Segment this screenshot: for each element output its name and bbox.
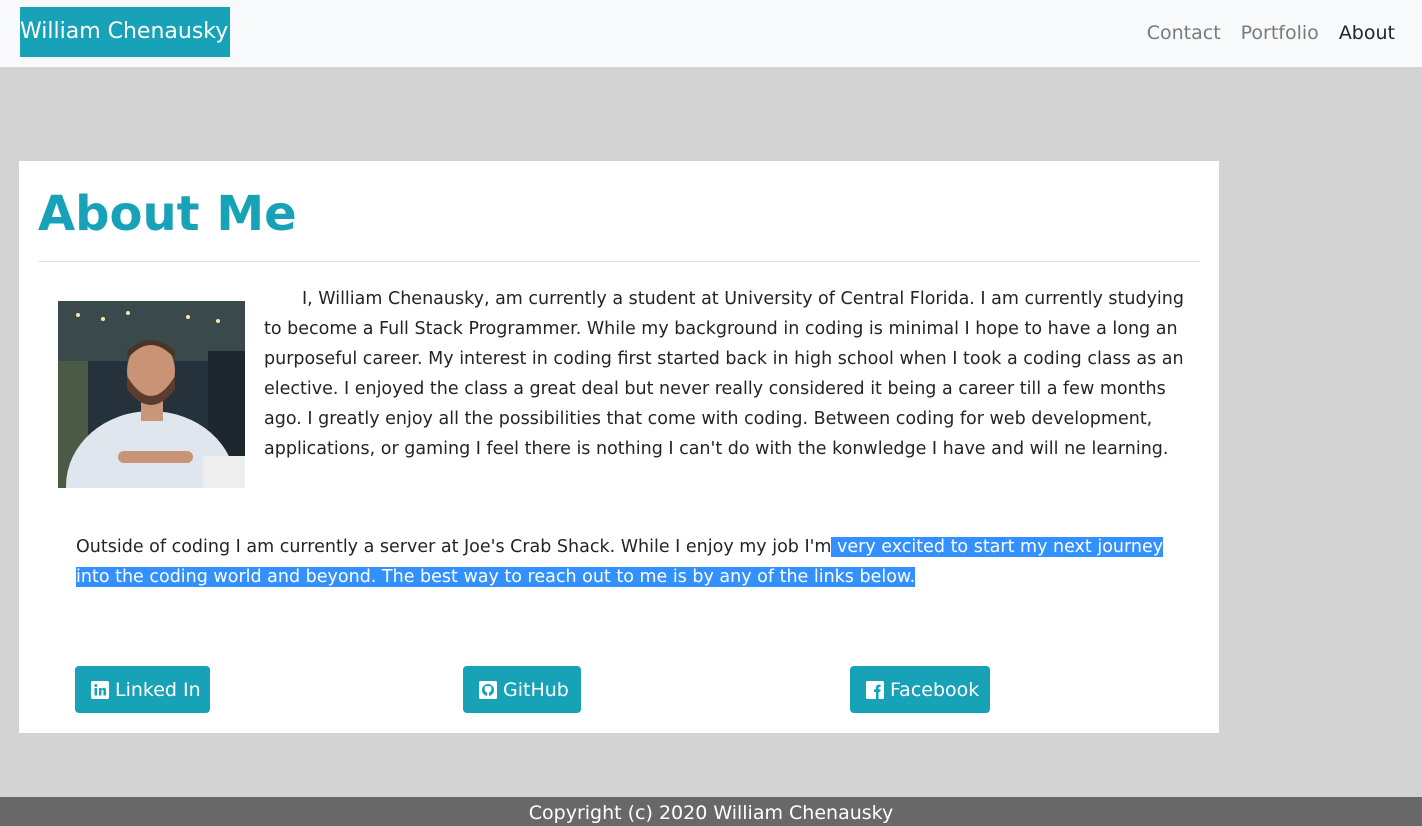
bio-paragraph-2: Outside of coding I am currently a serve… (76, 532, 1181, 592)
footer: Copyright (c) 2020 William Chenausky (0, 797, 1422, 826)
profile-photo-illustration (58, 301, 245, 488)
github-icon (479, 680, 497, 699)
linkedin-icon (91, 680, 109, 699)
page-title: About Me (38, 186, 297, 242)
linkedin-label: Linked In (115, 678, 201, 701)
nav-links: Contact Portfolio About (1147, 18, 1395, 48)
copyright-text: Copyright (c) 2020 William Chenausky (528, 802, 894, 824)
facebook-label: Facebook (890, 678, 980, 701)
navbar: William Chenausky Contact Portfolio Abou… (0, 0, 1422, 67)
bio-paragraph-2-start: Outside of coding I am currently a serve… (76, 537, 832, 557)
divider (38, 261, 1200, 262)
brand-link[interactable]: William Chenausky (20, 7, 231, 57)
facebook-icon (866, 680, 884, 699)
nav-link-about[interactable]: About (1339, 18, 1395, 48)
linkedin-button[interactable]: Linked In (75, 666, 210, 713)
github-label: GitHub (503, 678, 569, 701)
nav-link-contact[interactable]: Contact (1147, 18, 1221, 48)
nav-link-portfolio[interactable]: Portfolio (1241, 18, 1319, 48)
facebook-button[interactable]: Facebook (850, 666, 990, 713)
github-button[interactable]: GitHub (463, 666, 581, 713)
profile-photo (58, 301, 245, 488)
bio-paragraph-1: I, William Chenausky, am currently a stu… (264, 289, 1184, 459)
about-card: About Me I, William Chenausky, am curren… (19, 161, 1219, 733)
